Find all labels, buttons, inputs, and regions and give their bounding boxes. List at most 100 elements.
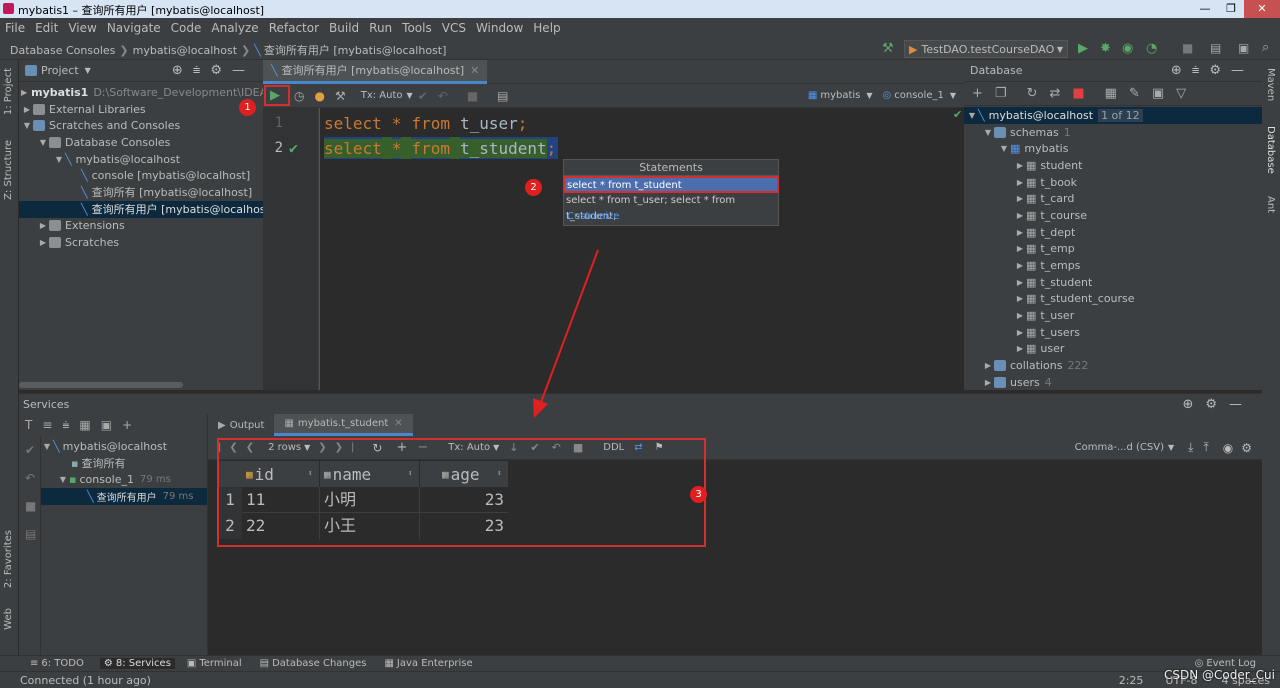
horizontal-scrollbar[interactable]: [19, 382, 183, 388]
filter-icon[interactable]: ▣: [101, 418, 122, 432]
service-connection[interactable]: ▼ ╲ mybatis@localhost: [41, 438, 207, 455]
structure-tool-button[interactable]: Z: Structure: [3, 140, 14, 200]
disconnect-icon[interactable]: ■: [1072, 86, 1096, 101]
tx-mode-select[interactable]: Tx: Auto: [361, 90, 403, 101]
tab-todo[interactable]: ≡ 6: TODO: [30, 658, 84, 669]
run-icon[interactable]: ▶: [1078, 41, 1088, 56]
table-editor-icon[interactable]: ▦: [1105, 86, 1129, 101]
profile-icon[interactable]: ◔: [1146, 41, 1157, 56]
maximize-button[interactable]: ❐: [1218, 0, 1244, 18]
chevron-down-icon[interactable]: ▼: [950, 91, 956, 100]
tab-query-all-users[interactable]: ╲ 查询所有用户 [mybatis@localhost] ✕: [263, 59, 488, 84]
close-tab-icon[interactable]: ✕: [394, 418, 402, 429]
rollback-icon[interactable]: ↶: [25, 464, 40, 492]
menu-edit[interactable]: Edit: [35, 21, 58, 35]
tree-item-query-all[interactable]: ╲ 查询所有 [mybatis@localhost]: [19, 184, 263, 201]
expand-arrow-icon[interactable]: ▶: [1014, 344, 1026, 353]
project-title[interactable]: Project: [41, 64, 79, 77]
expand-arrow-icon[interactable]: ▶: [1014, 261, 1026, 270]
expand-arrow-icon[interactable]: ▶: [1014, 211, 1026, 220]
db-table-node[interactable]: ▶ ▦ t_emp: [964, 241, 1262, 258]
add-service-icon[interactable]: +: [122, 418, 142, 432]
expand-arrow-icon[interactable]: ▶: [37, 221, 49, 230]
expand-arrow-icon[interactable]: ▶: [1014, 228, 1026, 237]
web-tool-button[interactable]: Web: [3, 608, 14, 630]
tree-item-mybatis1[interactable]: ▶ mybatis1 D:\Software_Development\IDEA_: [19, 84, 273, 101]
status-message[interactable]: Connected (1 hour ago): [20, 674, 151, 687]
schema-select[interactable]: mybatis: [820, 90, 860, 101]
copy-icon[interactable]: ❐: [995, 86, 1019, 101]
statement-option-2[interactable]: select * from t_user; select * from t_st…: [564, 193, 778, 222]
expand-arrow-icon[interactable]: ▶: [1014, 244, 1026, 253]
view-icon[interactable]: ◉: [1223, 441, 1233, 455]
minimize-button[interactable]: —: [1192, 0, 1218, 18]
layout-icon[interactable]: ▤: [25, 520, 40, 548]
menu-view[interactable]: View: [68, 21, 96, 35]
rollback-icon[interactable]: ↶: [438, 89, 448, 103]
tree-item-scratches-and-consoles[interactable]: ▼ Scratches and Consoles: [19, 117, 263, 134]
layout-icon[interactable]: ▣: [1238, 41, 1249, 55]
db-table-node[interactable]: ▶ ▦ t_user: [964, 307, 1262, 324]
breadcrumb-database-consoles[interactable]: Database Consoles: [10, 44, 115, 57]
collapse-arrow-icon[interactable]: ▼: [966, 111, 978, 120]
debug-icon[interactable]: ✸: [1100, 41, 1111, 56]
project-tool-button[interactable]: 1: Project: [3, 68, 14, 115]
menu-tools[interactable]: Tools: [402, 21, 432, 35]
code-line-2[interactable]: 2 ✔ select * from t_student ;: [263, 136, 963, 160]
menu-run[interactable]: Run: [369, 21, 392, 35]
build-hammer-icon[interactable]: ⚒: [882, 41, 894, 56]
collapse-arrow-icon[interactable]: ▼: [37, 138, 49, 147]
collapse-arrow-icon[interactable]: ▼: [998, 144, 1010, 153]
stop-icon[interactable]: ■: [1182, 41, 1193, 55]
tab-database-changes[interactable]: ▤ Database Changes: [260, 658, 367, 669]
panel-actions-icon[interactable]: ⊕⚙—: [1182, 397, 1254, 412]
collapse-arrow-icon[interactable]: ▼: [982, 128, 994, 137]
filter-icon[interactable]: ▽: [1176, 86, 1198, 101]
expand-arrow-icon[interactable]: ▶: [1014, 278, 1026, 287]
code-line-1[interactable]: 1 select * from t_user ;: [263, 112, 963, 134]
customize-link[interactable]: Customize: [564, 209, 778, 225]
chevron-down-icon[interactable]: ▼: [85, 66, 91, 75]
db-table-node[interactable]: ▶ ▦ t_dept: [964, 224, 1262, 241]
panel-actions-icon[interactable]: ⊕⩧⚙—: [1171, 63, 1254, 78]
caret-position[interactable]: 2:25: [1119, 674, 1144, 687]
collapse-arrow-icon[interactable]: ▼: [53, 155, 65, 164]
db-schema-mybatis[interactable]: ▼ ▦ mybatis: [964, 140, 1262, 157]
export-format-select[interactable]: Comma-...d (CSV): [1075, 442, 1164, 453]
expand-arrow-icon[interactable]: ▶: [37, 238, 49, 247]
db-table-node[interactable]: ▶ ▦ t_student_course: [964, 291, 1262, 308]
menu-refactor[interactable]: Refactor: [269, 21, 319, 35]
tab-java-enterprise[interactable]: ▦ Java Enterprise: [384, 658, 472, 669]
chevron-down-icon[interactable]: ▼: [1168, 443, 1174, 452]
expand-arrow-icon[interactable]: ▶: [1014, 194, 1026, 203]
breadcrumb-connection[interactable]: mybatis@localhost: [133, 44, 237, 57]
export-icon[interactable]: ⤓: [1188, 440, 1193, 455]
tree-item-extensions[interactable]: ▶ Extensions: [19, 218, 263, 235]
db-connection-node[interactable]: ▼ ╲ mybatis@localhost 1 of 12: [964, 107, 1262, 124]
check-icon[interactable]: ✔: [25, 436, 40, 464]
expand-all-icon[interactable]: ≡: [42, 418, 62, 432]
stop-icon[interactable]: ■: [25, 492, 40, 520]
service-query-all[interactable]: ▪ 查询所有: [41, 455, 207, 472]
console-open-icon[interactable]: ▣: [1152, 86, 1176, 101]
db-users-node[interactable]: ▶ users 4: [964, 374, 1262, 391]
history-icon[interactable]: ◷: [294, 89, 304, 103]
maven-tool-button[interactable]: Maven: [1265, 68, 1276, 101]
chevron-down-icon[interactable]: ▼: [866, 91, 872, 100]
tx-icon[interactable]: T: [25, 418, 42, 432]
collapse-arrow-icon[interactable]: ▼: [57, 475, 69, 484]
statement-option-1[interactable]: select * from t_student: [563, 176, 779, 193]
menu-build[interactable]: Build: [329, 21, 359, 35]
expand-arrow-icon[interactable]: ▶: [982, 361, 994, 370]
close-tab-icon[interactable]: ✕: [470, 64, 479, 77]
edit-icon[interactable]: ✎: [1129, 86, 1152, 101]
collapse-arrow-icon[interactable]: ▼: [41, 442, 53, 451]
db-table-node[interactable]: ▶ ▦ t_card: [964, 190, 1262, 207]
settings-icon[interactable]: ⚙: [1241, 441, 1252, 455]
menu-analyze[interactable]: Analyze: [211, 21, 258, 35]
coverage-icon[interactable]: ◉: [1122, 41, 1133, 56]
chevron-down-icon[interactable]: ▼: [407, 91, 413, 100]
breadcrumb-console[interactable]: 查询所有用户 [mybatis@localhost]: [264, 42, 447, 58]
tree-item-scratches[interactable]: ▶ Scratches: [19, 234, 263, 251]
group-icon[interactable]: ▦: [79, 418, 100, 432]
